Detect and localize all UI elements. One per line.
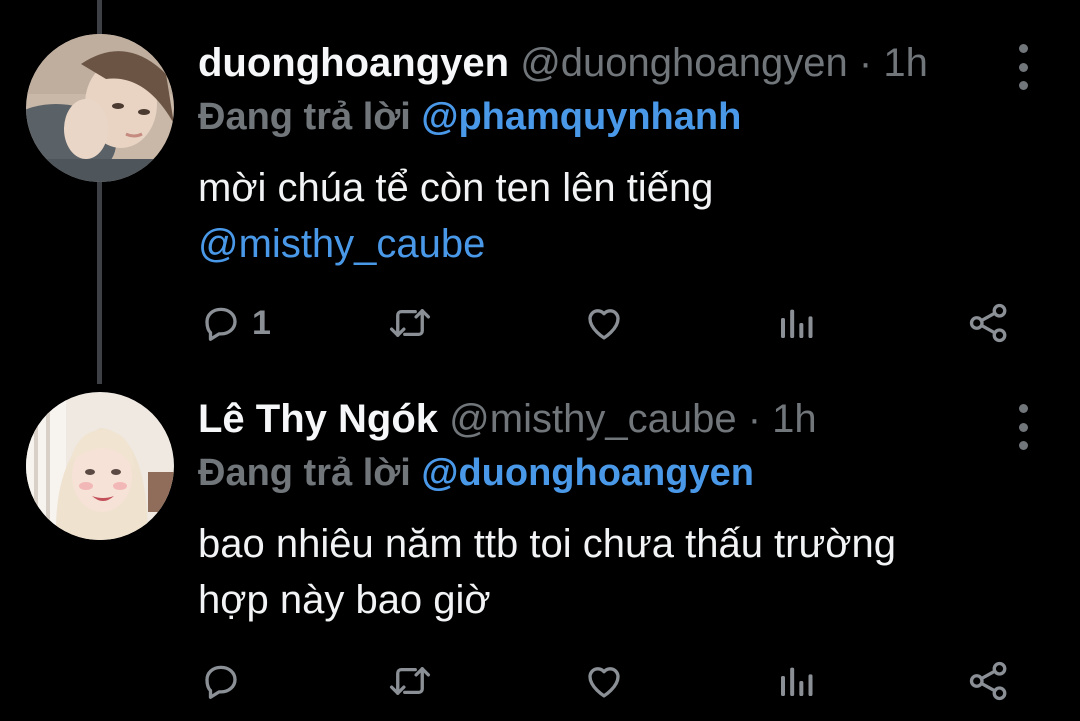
retweet-icon xyxy=(389,667,431,695)
avatar[interactable] xyxy=(26,392,174,540)
timestamp[interactable]: 1h xyxy=(772,397,817,441)
retweet-button[interactable] xyxy=(386,656,434,706)
share-icon xyxy=(969,661,1007,701)
share-button[interactable] xyxy=(968,656,1010,706)
like-button[interactable] xyxy=(582,298,626,348)
display-name[interactable]: Lê Thy Ngók xyxy=(198,397,438,441)
separator-dot: · xyxy=(858,41,873,85)
share-icon xyxy=(969,303,1007,343)
tweet-actions xyxy=(198,656,1018,706)
tweet-reply-2[interactable]: Lê Thy Ngók @misthy_caube · 1h Đang trả … xyxy=(0,384,1080,721)
more-options-icon[interactable] xyxy=(1008,404,1038,450)
replying-to-mention[interactable]: @duonghoangyen xyxy=(421,452,754,494)
like-button[interactable] xyxy=(582,656,626,706)
comment-icon xyxy=(205,307,237,341)
reply-count: 1 xyxy=(252,303,271,342)
separator-dot: · xyxy=(747,397,762,441)
tweet-text-line: hợp này bao giờ xyxy=(198,578,491,622)
view-stats-button[interactable] xyxy=(776,298,816,348)
retweet-button[interactable] xyxy=(386,298,434,348)
tweet-header: duonghoangyen @duonghoangyen · 1h xyxy=(198,33,980,93)
reply-button[interactable]: 1 xyxy=(200,298,271,348)
share-button[interactable] xyxy=(968,298,1010,348)
tweet-text-line: mời chúa tể còn ten lên tiếng xyxy=(198,166,714,210)
heart-icon xyxy=(588,309,620,340)
tweet-actions: 1 xyxy=(198,298,1018,348)
stats-icon xyxy=(781,667,813,696)
timestamp[interactable]: 1h xyxy=(883,41,928,85)
tweet-text-line: bao nhiêu năm ttb toi chưa thấu trường xyxy=(198,522,896,566)
replying-to-mention[interactable]: @phamquynhanh xyxy=(421,96,741,138)
tweet-header: Lê Thy Ngók @misthy_caube · 1h xyxy=(198,389,980,449)
tweet-mention-link[interactable]: @misthy_caube xyxy=(198,216,1018,272)
tweet-text: bao nhiêu năm ttb toi chưa thấu trường h… xyxy=(198,516,1018,628)
display-name[interactable]: duonghoangyen xyxy=(198,41,509,85)
tweet-thread: duonghoangyen @duonghoangyen · 1h Đang t… xyxy=(0,0,1080,721)
replying-to: Đang trả lời @duonghoangyen xyxy=(198,448,754,498)
more-options-icon[interactable] xyxy=(1008,44,1038,90)
stats-icon xyxy=(781,309,813,338)
comment-icon xyxy=(205,665,237,699)
tweet-text: mời chúa tể còn ten lên tiếng @misthy_ca… xyxy=(198,160,1018,272)
reply-button[interactable] xyxy=(200,656,252,706)
replying-to: Đang trả lời @phamquynhanh xyxy=(198,92,741,142)
tweet-reply-1[interactable]: duonghoangyen @duonghoangyen · 1h Đang t… xyxy=(0,0,1080,384)
heart-icon xyxy=(588,667,620,698)
replying-to-label: Đang trả lời xyxy=(198,96,411,138)
view-stats-button[interactable] xyxy=(776,656,816,706)
replying-to-label: Đang trả lời xyxy=(198,452,411,494)
avatar[interactable] xyxy=(26,34,174,182)
user-handle[interactable]: @duonghoangyen xyxy=(520,41,848,85)
user-handle[interactable]: @misthy_caube xyxy=(449,397,736,441)
retweet-icon xyxy=(389,309,431,337)
